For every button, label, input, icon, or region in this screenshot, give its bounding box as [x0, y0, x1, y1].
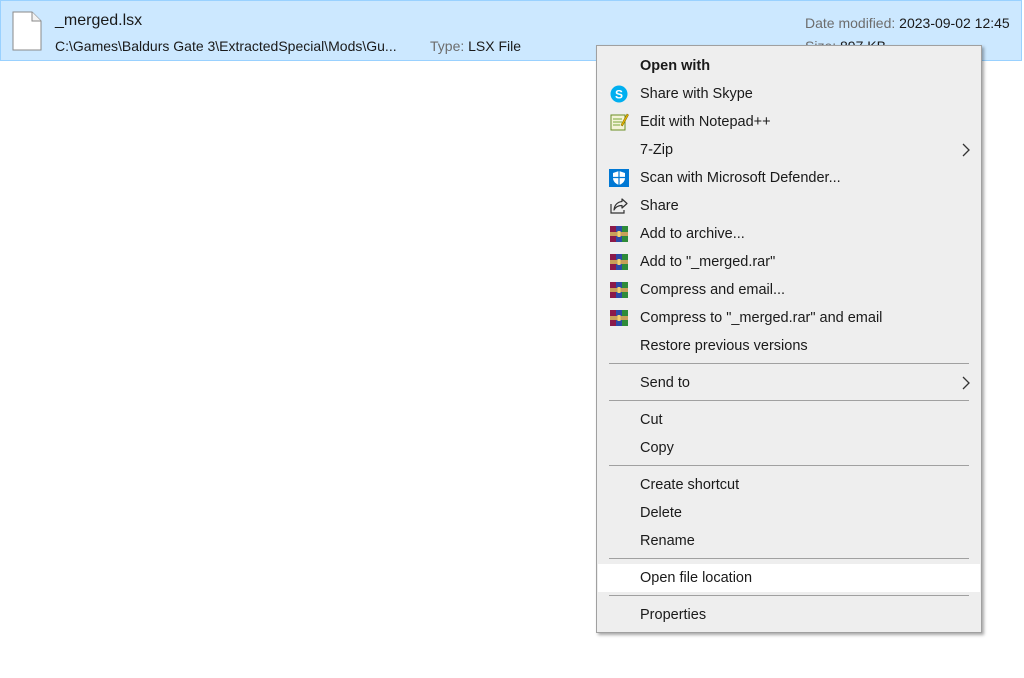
menu-item-send-to[interactable]: Send to [599, 369, 979, 397]
menu-item-add-to-rar[interactable]: Add to "_merged.rar" [599, 248, 979, 276]
share-icon [610, 198, 628, 214]
menu-item-compress-and-email[interactable]: Compress and email... [599, 276, 979, 304]
menu-item-label: Open with [640, 58, 711, 74]
menu-item-properties[interactable]: Properties [599, 601, 979, 629]
menu-item-open-with[interactable]: Open with [599, 52, 979, 80]
file-type-value: LSX File [468, 38, 522, 54]
file-type-label: Type: [430, 38, 465, 54]
menu-item-label: Open file location [640, 570, 753, 586]
menu-separator [609, 363, 969, 364]
menu-item-label: Properties [640, 607, 707, 623]
menu-item-label: Share with Skype [640, 86, 753, 102]
menu-item-scan-defender[interactable]: Scan with Microsoft Defender... [599, 164, 979, 192]
chevron-right-icon [962, 376, 970, 390]
menu-item-label: Compress to "_merged.rar" and email [640, 310, 883, 326]
svg-text:S: S [615, 88, 623, 102]
document-file-icon [12, 11, 42, 51]
menu-item-label: 7-Zip [640, 142, 674, 158]
file-date-modified: Date modified: 2023-09-02 12:45 [805, 15, 1010, 31]
menu-item-restore-previous-versions[interactable]: Restore previous versions [599, 332, 979, 360]
context-menu: Open with S Share with Skype Edit with N… [596, 45, 982, 633]
menu-item-delete[interactable]: Delete [599, 499, 979, 527]
winrar-icon [610, 254, 628, 270]
file-type: Type: LSX File [430, 38, 521, 54]
menu-item-label: Cut [640, 412, 663, 428]
menu-item-create-shortcut[interactable]: Create shortcut [599, 471, 979, 499]
chevron-right-icon [962, 143, 970, 157]
menu-item-label: Share [640, 198, 679, 214]
menu-item-cut[interactable]: Cut [599, 406, 979, 434]
menu-item-label: Add to "_merged.rar" [640, 254, 776, 270]
winrar-icon [610, 226, 628, 242]
menu-item-label: Send to [640, 375, 690, 391]
menu-item-7zip[interactable]: 7-Zip [599, 136, 979, 164]
menu-item-add-to-archive[interactable]: Add to archive... [599, 220, 979, 248]
winrar-icon [610, 282, 628, 298]
menu-item-share[interactable]: Share [599, 192, 979, 220]
menu-item-rename[interactable]: Rename [599, 527, 979, 555]
skype-icon: S [610, 85, 628, 103]
winrar-icon [610, 310, 628, 326]
file-name: _merged.lsx [55, 12, 143, 29]
menu-item-label: Compress and email... [640, 282, 786, 298]
defender-shield-icon [609, 169, 629, 187]
date-modified-label: Date modified: [805, 15, 896, 31]
menu-item-edit-with-notepad[interactable]: Edit with Notepad++ [599, 108, 979, 136]
menu-item-label: Copy [640, 440, 674, 456]
menu-item-share-with-skype[interactable]: S Share with Skype [599, 80, 979, 108]
menu-item-label: Add to archive... [640, 226, 745, 242]
menu-item-compress-to-rar-and-email[interactable]: Compress to "_merged.rar" and email [599, 304, 979, 332]
menu-item-open-file-location[interactable]: Open file location [598, 564, 980, 592]
menu-separator [609, 558, 969, 559]
menu-item-label: Edit with Notepad++ [640, 114, 771, 130]
menu-item-label: Rename [640, 533, 695, 549]
date-modified-value: 2023-09-02 12:45 [899, 15, 1010, 31]
menu-item-label: Delete [640, 505, 682, 521]
menu-item-label: Restore previous versions [640, 338, 808, 354]
menu-item-label: Scan with Microsoft Defender... [640, 170, 841, 186]
menu-item-label: Create shortcut [640, 477, 740, 493]
notepad-plus-plus-icon [610, 113, 629, 131]
menu-separator [609, 595, 969, 596]
menu-separator [609, 465, 969, 466]
menu-item-copy[interactable]: Copy [599, 434, 979, 462]
file-path: C:\Games\Baldurs Gate 3\ExtractedSpecial… [55, 38, 397, 54]
menu-separator [609, 400, 969, 401]
